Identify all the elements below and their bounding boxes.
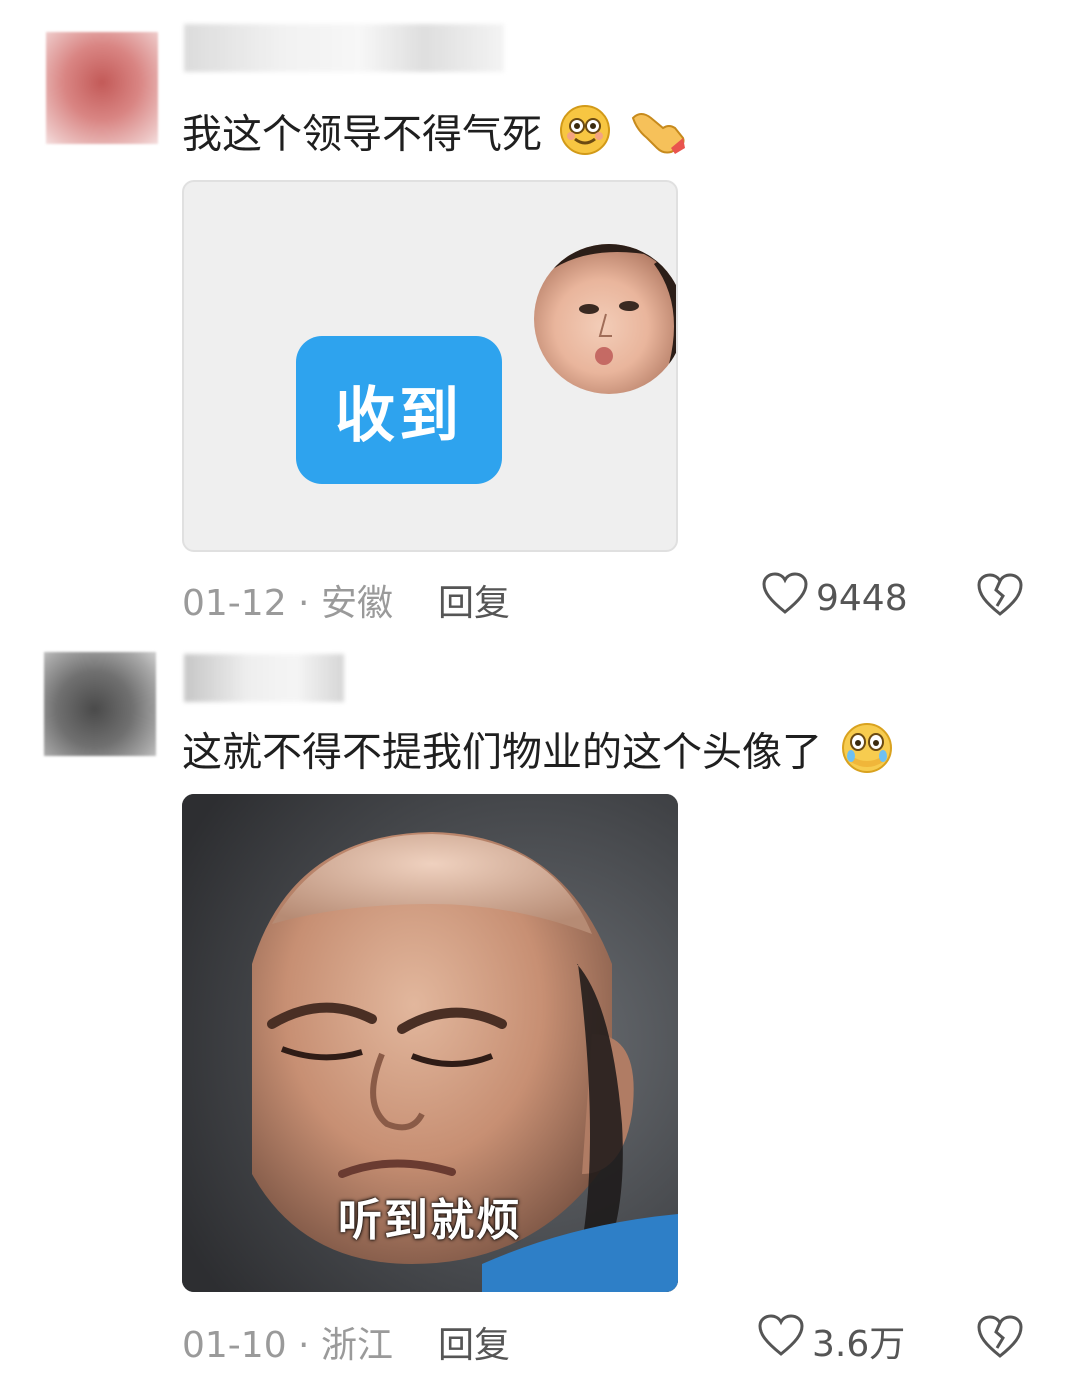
comment-text: 这就不得不提我们物业的这个头像了: [182, 722, 895, 787]
like-count: 3.6万: [812, 1323, 906, 1365]
comment-item: 这就不得不提我们物业的这个头像了 听到就烦 01-10 · 浙江 回复 3.6万: [0, 640, 1080, 1388]
heart-outline-icon: [758, 1314, 804, 1367]
dislike-button[interactable]: [976, 1314, 1024, 1362]
broken-heart-icon: [976, 1315, 1024, 1364]
comment-item: 我这个领导不得气死 收到 01-12 · 安徽 回复 9448: [0, 0, 1080, 640]
date-location: 01-12 · 安徽: [182, 583, 393, 624]
comment-text-content: 我这个领导不得气死: [182, 111, 542, 158]
date-location: 01-10 · 浙江: [182, 1325, 393, 1366]
username-redacted[interactable]: [184, 24, 504, 72]
broken-heart-icon: [976, 573, 1024, 622]
reply-button[interactable]: 回复: [438, 574, 510, 626]
comment-image[interactable]: 收到: [182, 180, 678, 552]
reply-button[interactable]: 回复: [438, 1316, 510, 1368]
smiling-face-icon: [559, 104, 611, 169]
dislike-button[interactable]: [976, 572, 1024, 620]
image-caption: 听到就烦: [338, 1195, 522, 1246]
avatar[interactable]: [46, 32, 158, 144]
avatar[interactable]: [44, 652, 156, 756]
like-button[interactable]: 9448: [762, 572, 908, 625]
like-count: 9448: [816, 578, 908, 619]
comment-text-content: 这就不得不提我们物业的这个头像了: [182, 729, 822, 776]
comment-text: 我这个领导不得气死: [182, 104, 687, 169]
received-button-image: 收到: [296, 336, 502, 484]
heart-outline-icon: [762, 572, 808, 625]
username-redacted[interactable]: [184, 654, 344, 702]
like-button[interactable]: 3.6万: [758, 1314, 905, 1367]
face-avatar-image: [534, 244, 676, 394]
crying-face-icon: [839, 722, 895, 787]
pointing-hand-icon: [627, 104, 687, 169]
comment-image[interactable]: 听到就烦: [182, 794, 678, 1292]
